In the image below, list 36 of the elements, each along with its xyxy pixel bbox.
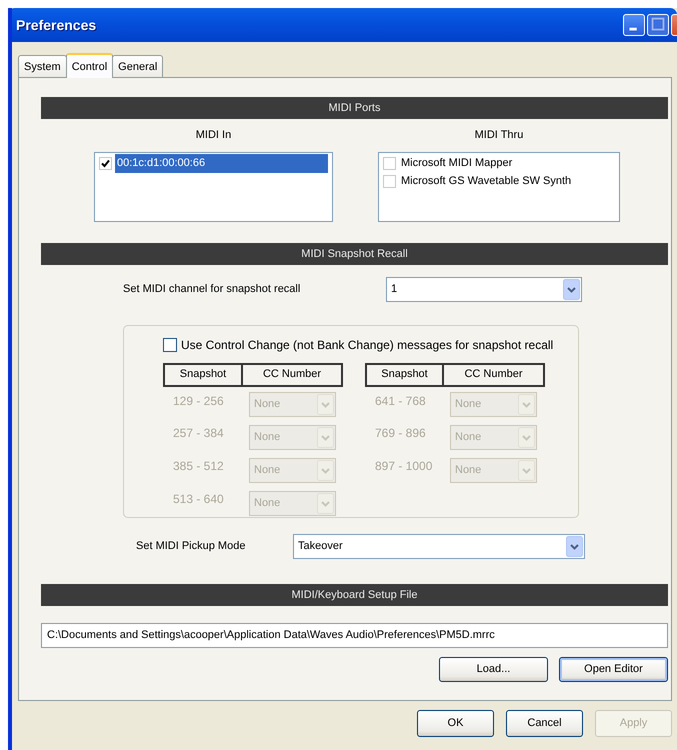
minimize-icon[interactable] [623, 14, 645, 36]
tab[interactable]: General [112, 55, 164, 77]
snapshot-range: 769 - 896 [374, 424, 427, 442]
snapshot-range: 257 - 384 [172, 424, 225, 442]
column-header: Snapshot [164, 364, 242, 386]
snapshot-range: 513 - 640 [172, 490, 225, 508]
checkbox-label: Use Control Change (not Bank Change) messages for snapshot recall [181, 336, 554, 354]
button[interactable]: Open Editor [559, 656, 668, 682]
path-field[interactable]: C:\Documents and Settings\acooper\Application Data\Waves Audio\Preferences\PM5D.mrrc [41, 622, 668, 648]
column-header: CC Number [242, 364, 342, 386]
dropdown[interactable]: Takeover [293, 534, 585, 558]
button[interactable]: Cancel [506, 710, 583, 737]
list-item[interactable]: 00:1c:d1:00:00:66 [115, 154, 328, 173]
checkbox[interactable] [163, 338, 177, 352]
tab[interactable]: System [18, 55, 67, 77]
column-header: CC Number [443, 364, 544, 386]
field-label: Set MIDI channel for snapshot recall [123, 282, 302, 297]
section-header: MIDI Snapshot Recall [41, 242, 668, 264]
snapshot-range: 129 - 256 [164, 386, 242, 418]
snapshot-range: 641 - 768 [366, 386, 443, 418]
list-item[interactable]: Microsoft MIDI Mapper [399, 154, 615, 173]
list-item[interactable]: Microsoft GS Wavetable SW Synth [399, 172, 615, 191]
dropdown[interactable]: 1 [386, 276, 582, 302]
column-header: Snapshot [366, 364, 443, 386]
list-label: MIDI Thru [474, 128, 524, 143]
window-title: Preferences [16, 16, 96, 34]
list-label: MIDI In [196, 128, 232, 143]
section-header: MIDI/Keyboard Setup File [41, 584, 668, 606]
snapshot-range: 897 - 1000 [374, 458, 434, 474]
snapshot-range: 385 - 512 [172, 458, 225, 474]
maximize-icon[interactable] [647, 14, 669, 36]
field-label: Set MIDI Pickup Mode [136, 538, 246, 554]
section-header: MIDI Ports [41, 97, 668, 119]
button[interactable]: OK [417, 710, 494, 737]
tab[interactable]: Control [66, 53, 114, 78]
button[interactable]: Load... [439, 656, 548, 682]
